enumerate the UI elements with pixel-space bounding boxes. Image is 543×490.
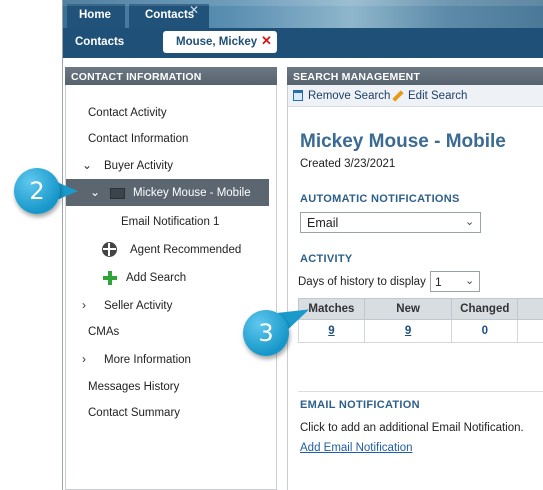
matches-link[interactable]: 9 (328, 325, 334, 337)
app-window: Home Contacts ✕ Contacts Mouse, Mickey ✕… (62, 0, 543, 490)
globe-icon (102, 242, 117, 257)
tab-home[interactable]: Home (67, 4, 125, 28)
step-2-callout: 2 (14, 168, 60, 214)
nav-contact-information[interactable]: Contact Information (88, 133, 188, 145)
tab-contacts-label: Contacts (145, 9, 195, 21)
chevron-right-icon[interactable]: › (82, 298, 86, 312)
chevron-right-icon[interactable]: › (82, 352, 86, 366)
search-title: Mickey Mouse - Mobile (300, 131, 506, 152)
contact-chip-label: Mouse, Mickey (176, 36, 258, 48)
activity-table: Matches New Changed 9 9 0 (298, 298, 543, 343)
remove-search-button[interactable]: Remove Search (308, 90, 390, 102)
trash-icon[interactable] (293, 90, 303, 101)
column-header-extra (517, 298, 543, 320)
nav-more-information[interactable]: More Information (104, 354, 191, 366)
nav-seller-activity[interactable]: Seller Activity (104, 300, 172, 312)
history-days-value: 1 (435, 275, 442, 289)
add-email-notification-link[interactable]: Add Email Notification (300, 442, 413, 454)
close-contact-icon[interactable]: ✕ (261, 33, 272, 49)
chevron-down-icon[interactable]: ⌄ (90, 185, 100, 199)
plus-icon (103, 271, 117, 285)
search-management-header: SEARCH MANAGEMENT (287, 67, 543, 85)
search-toolbar: Remove Search Edit Search (288, 85, 543, 107)
nav-agent-recommended[interactable]: Agent Recommended (130, 244, 241, 256)
extra-cell (517, 319, 543, 343)
top-tab-bar: Home Contacts ✕ (63, 0, 543, 28)
chevron-down-icon[interactable]: ⌄ (82, 158, 92, 172)
nav-cmas[interactable]: CMAs (88, 326, 119, 338)
divider (298, 391, 543, 392)
pencil-icon[interactable] (392, 90, 404, 102)
contacts-link[interactable]: Contacts (75, 36, 124, 48)
nav-email-notification-1[interactable]: Email Notification 1 (121, 216, 219, 228)
edit-search-button[interactable]: Edit Search (408, 90, 467, 102)
created-date: Created 3/23/2021 (300, 158, 396, 170)
chevron-down-icon[interactable]: ⌄ (465, 274, 474, 287)
activity-heading: ACTIVITY (300, 253, 353, 265)
matches-cell: 9 (298, 319, 365, 343)
history-days-select[interactable]: 1 ⌄ (430, 271, 480, 292)
nav-messages-history[interactable]: Messages History (88, 381, 179, 393)
selected-search-label: Mickey Mouse - Mobile (133, 187, 251, 199)
contact-subbar: Contacts Mouse, Mickey ✕ (63, 28, 543, 58)
new-cell: 9 (363, 319, 453, 343)
automatic-notifications-heading: AUTOMATIC NOTIFICATIONS (300, 193, 460, 205)
contact-chip[interactable]: Mouse, Mickey ✕ (163, 31, 277, 53)
chevron-down-icon[interactable]: ⌄ (465, 215, 474, 228)
contact-information-header: CONTACT INFORMATION (65, 67, 277, 85)
nav-add-search[interactable]: Add Search (126, 272, 186, 284)
new-link[interactable]: 9 (405, 325, 411, 337)
email-notification-heading: EMAIL NOTIFICATION (300, 399, 420, 411)
nav-selected-search[interactable]: ⌄ Mickey Mouse - Mobile (66, 179, 269, 206)
column-header-changed: Changed (451, 298, 519, 320)
contact-information-panel: Contact Activity Contact Information ⌄ B… (65, 85, 277, 490)
column-header-new: New (363, 298, 453, 320)
history-label: Days of history to display (298, 276, 426, 288)
nav-buyer-activity[interactable]: Buyer Activity (104, 160, 173, 172)
search-management-panel: Remove Search Edit Search Mickey Mouse -… (287, 85, 543, 490)
nav-contact-summary[interactable]: Contact Summary (88, 407, 180, 419)
close-tab-icon[interactable]: ✕ (189, 3, 199, 17)
notification-type-select[interactable]: Email ⌄ (300, 212, 481, 233)
envelope-icon (110, 188, 125, 199)
notification-type-value: Email (307, 216, 339, 230)
changed-cell: 0 (451, 319, 519, 343)
nav-contact-activity[interactable]: Contact Activity (88, 107, 167, 119)
step-3-callout: 3 (243, 310, 289, 356)
email-notification-text: Click to add an additional Email Notific… (300, 422, 524, 434)
table-row: 9 9 0 (298, 319, 543, 343)
